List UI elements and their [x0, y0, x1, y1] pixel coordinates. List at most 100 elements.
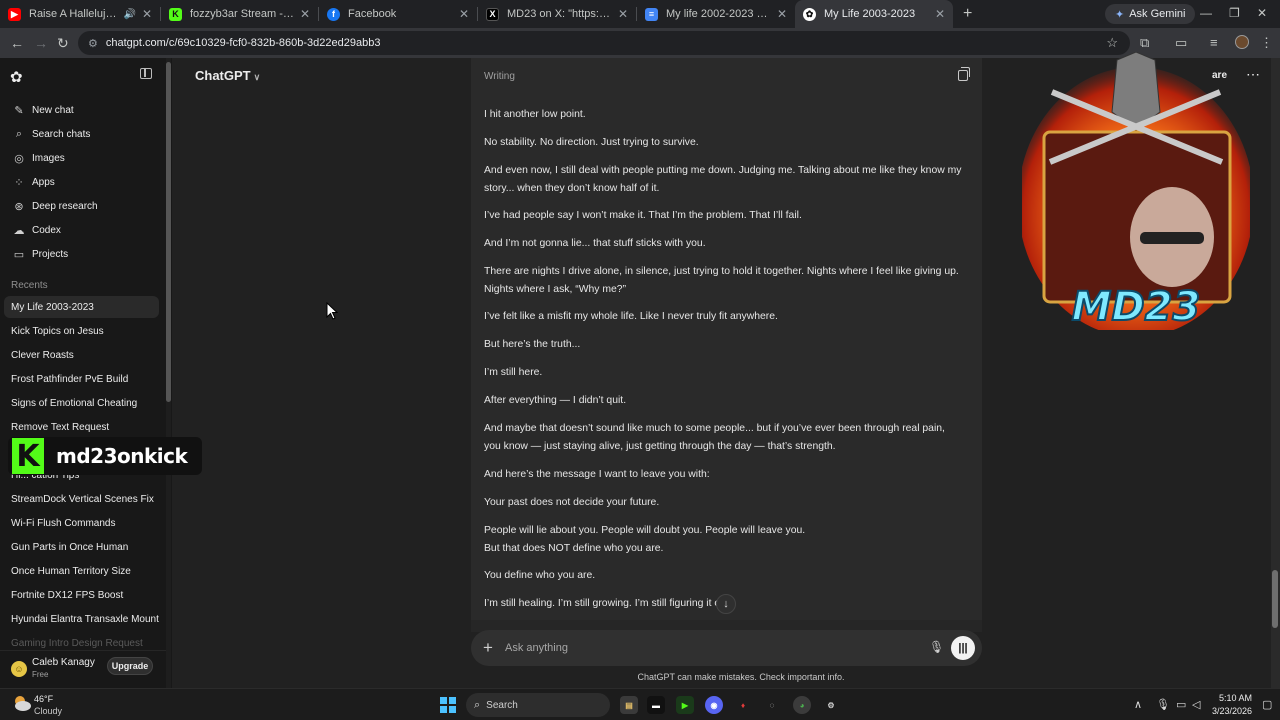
sidebar-item-images[interactable]: ◎ Images — [8, 147, 160, 169]
url-field[interactable]: ⚙ chatgpt.com/c/69c10329-fcf0-832b-860b-… — [78, 31, 1130, 55]
close-tab-icon[interactable]: ✕ — [777, 7, 787, 21]
url-text: chatgpt.com/c/69c10329-fcf0-832b-860b-3d… — [105, 37, 381, 49]
file-explorer-icon[interactable]: ▤ — [620, 696, 638, 714]
attach-plus-button[interactable]: + — [483, 638, 493, 658]
app-icon[interactable]: ▬ — [647, 696, 665, 714]
microphone-icon[interactable]: 🎙 — [929, 640, 944, 654]
volume-icon[interactable]: ◁ — [1192, 698, 1200, 711]
weather-temp[interactable]: 46°F — [34, 694, 53, 704]
kick-overlay: K md23onkick — [8, 437, 202, 475]
chat-item[interactable]: Gun Parts in Once Human — [4, 536, 159, 558]
close-tab-icon[interactable]: ✕ — [459, 7, 469, 21]
close-tab-icon[interactable]: ✕ — [618, 7, 628, 21]
ask-gemini-button[interactable]: ✦ Ask Gemini — [1105, 4, 1196, 24]
share-button[interactable]: are — [1212, 70, 1227, 81]
upgrade-button[interactable]: Upgrade — [107, 657, 153, 675]
restore-icon[interactable]: ❐ — [1229, 6, 1240, 20]
site-info-icon[interactable]: ⚙ — [88, 37, 98, 50]
chat-item[interactable]: Signs of Emotional Cheating — [4, 392, 159, 414]
sidebar-item-apps[interactable]: ⁘ Apps — [8, 171, 160, 193]
settings-gear-icon[interactable]: ⚙ — [822, 696, 840, 714]
notification-bell-icon[interactable]: ▢ — [1262, 698, 1272, 711]
user-account[interactable]: ☺ Caleb Kanagy Free Upgrade — [0, 650, 166, 688]
chat-item[interactable]: Hyundai Elantra Transaxle Mount — [4, 608, 159, 630]
discord-icon[interactable]: ◉ — [705, 696, 723, 714]
browser-tab[interactable]: K fozzyb3ar Stream - Watch Live o ✕ — [161, 0, 318, 28]
browser-tab[interactable]: f Facebook ✕ — [319, 0, 477, 28]
back-icon[interactable]: ← — [10, 35, 24, 51]
sidebar-item-codex[interactable]: ☁ Codex — [8, 219, 160, 241]
sidebar-item-new-chat[interactable]: ✎ New chat — [8, 99, 160, 121]
browser-menu-icon[interactable]: ⋮ — [1260, 35, 1273, 51]
close-tab-icon[interactable]: ✕ — [300, 7, 310, 21]
sidebar-item-deep-research[interactable]: ⊛ Deep research — [8, 195, 160, 217]
chrome-icon[interactable]: ◕ — [793, 696, 811, 714]
browser-tab-bar: ▶ Raise A Hallelujah (Official L 🔊 ✕ K f… — [0, 0, 1280, 28]
tab-title: Facebook — [348, 8, 397, 20]
browser-tab-active[interactable]: ✿ My Life 2003-2023 ✕ — [795, 0, 953, 28]
sidebar-item-projects[interactable]: ▭ Projects — [8, 243, 160, 265]
close-window-icon[interactable]: ✕ — [1257, 6, 1267, 20]
chat-item[interactable]: Frost Pathfinder PvE Build — [4, 368, 159, 390]
browser-tab[interactable]: ▶ Raise A Hallelujah (Official L 🔊 ✕ — [0, 0, 160, 28]
paragraph: And I’m not gonna lie... that stuff stic… — [484, 238, 706, 249]
copy-icon[interactable] — [958, 67, 970, 81]
clock-date[interactable]: 3/23/2026 — [1206, 706, 1252, 716]
chat-item[interactable]: Once Human Territory Size — [4, 560, 159, 582]
chat-item[interactable]: Wi-Fi Flush Commands — [4, 512, 159, 534]
sidebar-toggle-icon[interactable] — [140, 68, 152, 79]
media-controls-icon[interactable]: ≡ — [1210, 35, 1218, 50]
chat-item[interactable]: Clever Roasts — [4, 344, 159, 366]
paragraph: I’ve had people say I won’t make it. Tha… — [484, 210, 802, 221]
nav-label: Apps — [32, 176, 55, 188]
clock-time[interactable]: 5:10 AM — [1214, 693, 1252, 703]
forward-icon[interactable]: → — [34, 35, 48, 51]
reload-icon[interactable]: ↻ — [57, 35, 69, 52]
kick-username: md23onkick — [56, 444, 188, 468]
location-pin-icon[interactable]: ♦ — [734, 696, 752, 714]
facebook-icon: f — [327, 7, 340, 21]
scroll-down-button[interactable]: ↓ — [716, 594, 736, 614]
obs-icon[interactable]: ◌ — [763, 696, 781, 714]
paragraph: And maybe that doesn’t sound like much t… — [484, 423, 945, 452]
new-tab-button[interactable]: + — [963, 5, 972, 23]
browser-tab[interactable]: X MD23 on X: "https://t.co/2z5M ✕ — [478, 0, 636, 28]
model-selector[interactable]: ChatGPT ∨ — [195, 68, 260, 83]
sidebar-item-search-chats[interactable]: ⌕ Search chats — [8, 123, 160, 145]
minimize-icon[interactable]: — — [1200, 6, 1212, 20]
speaker-icon[interactable]: 🔊 — [123, 9, 135, 20]
cloudy-weather-icon[interactable] — [12, 694, 32, 712]
chat-item[interactable]: Kick Topics on Jesus — [4, 320, 159, 342]
avatar[interactable]: ☺ — [11, 661, 27, 677]
taskbar-search[interactable]: ⌕ Search — [466, 693, 610, 717]
extensions-icon[interactable]: ⧉ — [1140, 35, 1149, 51]
tab-title: My life 2002-2023 - Google Do — [666, 8, 771, 20]
user-plan: Free — [32, 670, 49, 679]
voice-mode-button[interactable]: ||| — [951, 636, 975, 660]
chat-item[interactable]: StreamDock Vertical Scenes Fix — [4, 488, 159, 510]
bookmark-star-icon[interactable]: ☆ — [1106, 35, 1118, 51]
chat-item[interactable]: My Life 2003-2023 — [4, 296, 159, 318]
more-options-icon[interactable]: ⋯ — [1246, 66, 1260, 83]
openai-logo-icon[interactable]: ✿ — [10, 68, 23, 86]
webcam-overlay: MD23 — [1022, 52, 1250, 330]
chevron-up-icon[interactable]: ∧ — [1134, 698, 1142, 711]
main-scrollbar-thumb[interactable] — [1272, 570, 1278, 628]
kick-app-icon[interactable]: ▶ — [676, 696, 694, 714]
paragraph: I’m still here. — [484, 367, 543, 378]
sidebar-panel-icon[interactable]: ▭ — [1175, 35, 1187, 51]
prompt-input[interactable] — [505, 630, 885, 666]
close-tab-icon[interactable]: ✕ — [935, 7, 945, 21]
chat-item[interactable]: Fortnite DX12 FPS Boost — [4, 584, 159, 606]
microphone-icon[interactable]: 🎙 — [1156, 698, 1170, 711]
browser-tab[interactable]: ≡ My life 2002-2023 - Google Do ✕ — [637, 0, 795, 28]
profile-avatar[interactable] — [1235, 35, 1249, 49]
weather-condition[interactable]: Cloudy — [34, 706, 62, 716]
mouse-cursor-icon — [326, 302, 338, 320]
windows-start-icon[interactable] — [440, 697, 456, 713]
google-docs-icon: ≡ — [645, 7, 658, 21]
chat-item[interactable]: Remove Text Request — [4, 416, 159, 438]
network-icon[interactable]: ▭ — [1176, 698, 1186, 711]
sidebar-scrollbar-thumb[interactable] — [166, 62, 171, 402]
close-tab-icon[interactable]: ✕ — [142, 7, 152, 21]
